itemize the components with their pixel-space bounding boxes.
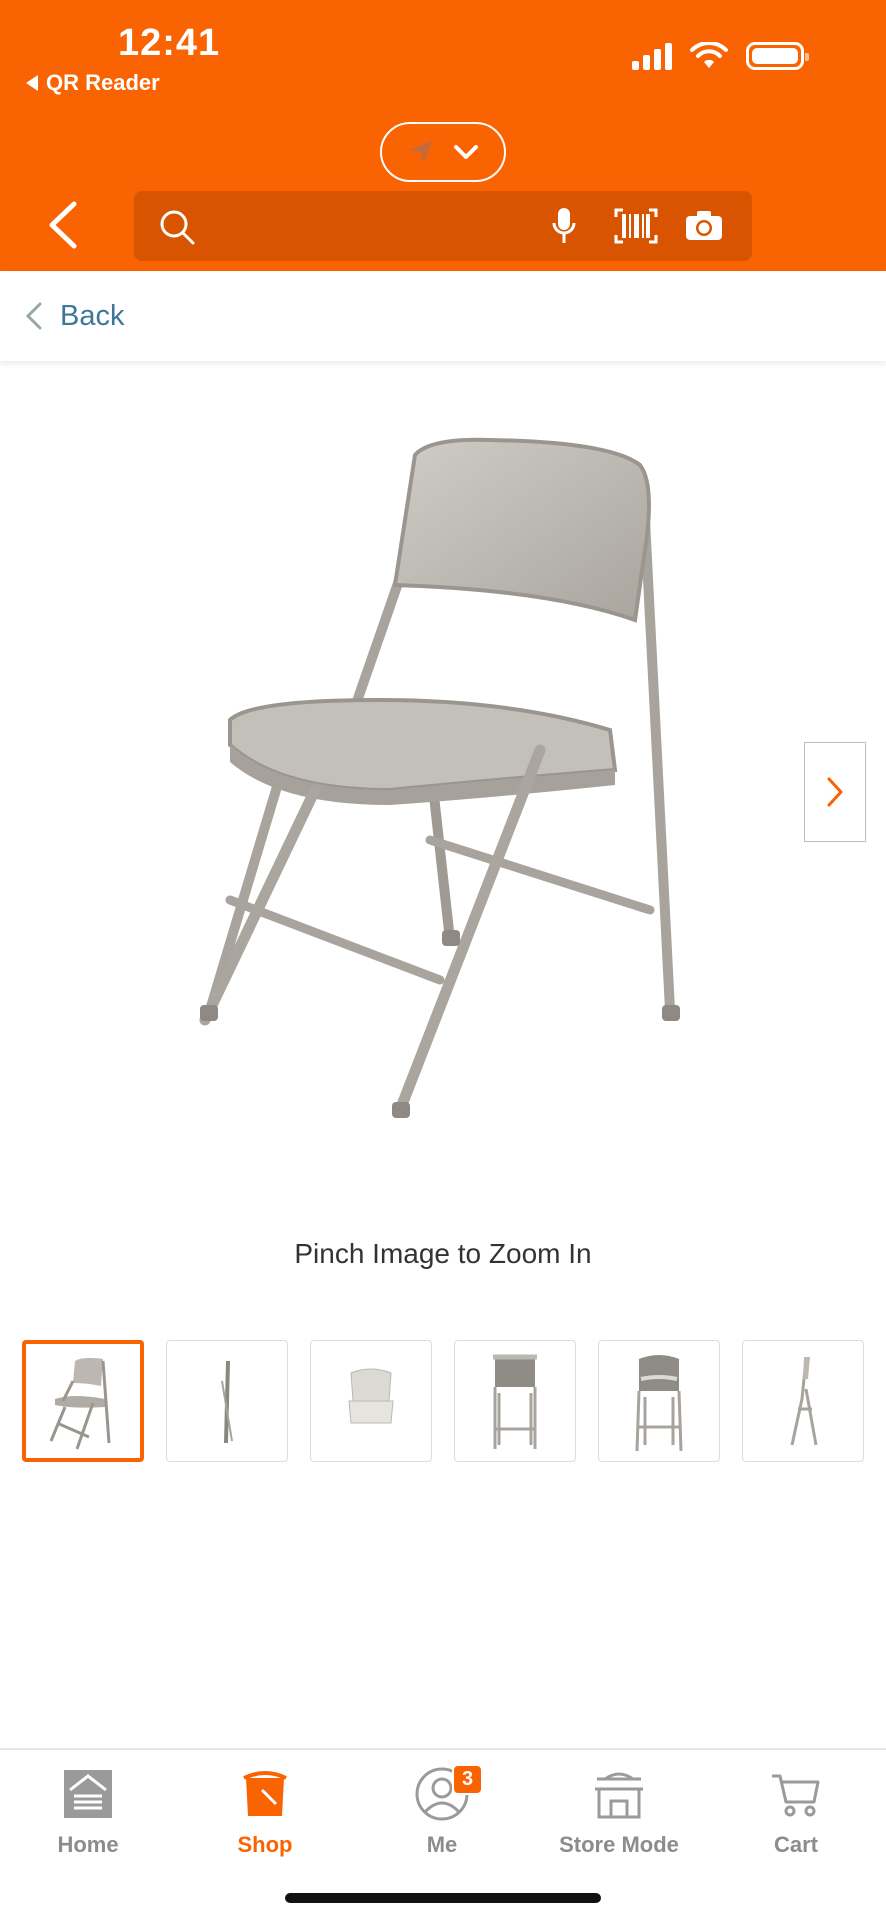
battery-icon — [746, 42, 809, 70]
chevron-down-icon — [454, 145, 478, 159]
thumbnail-6[interactable] — [742, 1340, 864, 1462]
return-to-app-button[interactable]: QR Reader — [26, 70, 160, 96]
microphone-icon[interactable] — [552, 205, 576, 247]
me-notification-badge: 3 — [452, 1764, 484, 1795]
next-image-button[interactable] — [804, 742, 866, 842]
barcode-scan-icon[interactable] — [614, 208, 658, 244]
thumbnail-1[interactable] — [22, 1340, 144, 1462]
app-header: 12:41 QR Reader — [0, 0, 886, 271]
chair-back-thumbnail-icon — [635, 1355, 683, 1452]
shop-bucket-icon — [243, 1771, 287, 1816]
status-time: 12:41 — [118, 22, 221, 64]
nav-store-mode-label: Store Mode — [559, 1832, 679, 1857]
nav-shop[interactable]: Shop — [185, 1764, 345, 1858]
nav-home-label: Home — [57, 1832, 119, 1857]
nav-me[interactable]: 3 Me — [362, 1764, 522, 1858]
chair-top-thumbnail-icon — [348, 1368, 394, 1424]
location-selector[interactable] — [380, 122, 506, 182]
thumbnail-2[interactable] — [166, 1340, 288, 1462]
nav-cart-label: Cart — [773, 1832, 818, 1857]
back-row[interactable]: Back — [0, 271, 886, 361]
back-link[interactable]: Back — [60, 300, 124, 333]
nav-home[interactable]: Home — [8, 1764, 168, 1858]
chair-thumbnail-icon — [49, 1357, 111, 1450]
wifi-icon — [690, 42, 728, 68]
search-input[interactable] — [206, 203, 536, 249]
chair-folded-thumbnail-icon — [221, 1360, 233, 1444]
home-indicator — [285, 1893, 601, 1903]
nav-cart[interactable]: Cart — [716, 1764, 876, 1858]
back-arrow-icon[interactable] — [40, 198, 84, 252]
zoom-hint: Pinch Image to Zoom In — [294, 1238, 592, 1269]
folding-chair-image[interactable] — [190, 420, 710, 1140]
thumbnail-5[interactable] — [598, 1340, 720, 1462]
chair-front-thumbnail-icon — [493, 1354, 537, 1449]
thumbnail-4[interactable] — [454, 1340, 576, 1462]
status-icons — [632, 42, 809, 70]
cart-icon — [772, 1774, 820, 1817]
search-bar[interactable] — [134, 191, 752, 261]
store-icon — [595, 1772, 643, 1819]
nav-shop-label: Shop — [237, 1832, 293, 1857]
back-triangle-icon — [26, 75, 38, 91]
chevron-right-icon — [827, 777, 843, 807]
camera-icon[interactable] — [684, 208, 724, 242]
cellular-signal-icon — [632, 42, 672, 70]
thumbnail-strip — [22, 1340, 864, 1462]
search-icon — [160, 210, 195, 245]
location-arrow-icon — [409, 140, 433, 164]
nav-me-label: Me — [426, 1832, 458, 1857]
chair-side-thumbnail-icon — [790, 1357, 818, 1446]
return-app-label: QR Reader — [46, 70, 160, 95]
nav-store-mode[interactable]: Store Mode — [539, 1764, 699, 1858]
home-depot-logo-icon — [64, 1770, 112, 1818]
chevron-left-icon — [25, 302, 42, 330]
thumbnail-3[interactable] — [310, 1340, 432, 1462]
